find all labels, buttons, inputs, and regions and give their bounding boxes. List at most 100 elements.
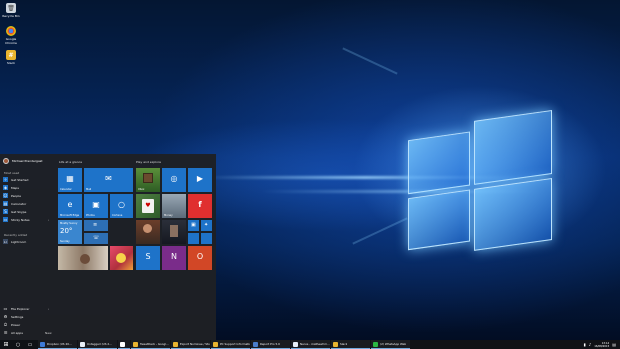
taskbar-app-4[interactable]: Export Nominee / Sto... — [171, 340, 210, 349]
taskbar-app-3[interactable]: TweetDeck - Googl... — [131, 340, 170, 349]
slack-icon — [333, 341, 338, 347]
tile-shazam[interactable]: S — [136, 246, 160, 270]
start-item-calculator[interactable]: ▤ Calculator — [3, 200, 26, 207]
blank-icon — [120, 341, 125, 347]
taskbar-app-2[interactable] — [118, 340, 130, 349]
recycle-bin-icon: 🗑 — [6, 3, 16, 13]
network-icon[interactable]: ▮ — [584, 342, 586, 347]
candy-crush-icon — [116, 253, 126, 263]
start-item-file-explorer[interactable]: ▭ File Explorer › — [3, 305, 50, 312]
windows-icon — [293, 341, 298, 347]
weather-temperature: 20° — [60, 227, 73, 235]
taskbar-app-label: Untagged (US 2... — [87, 342, 112, 346]
dropbox-icon — [40, 341, 45, 347]
taskbar-app-1[interactable]: Untagged (US 2... — [78, 340, 117, 349]
tile-weather[interactable]: Mostly Sunny 20° Sunday — [58, 220, 82, 244]
tile-solitaire[interactable]: ♥ — [136, 194, 160, 218]
notifications-icon[interactable]: ▤ — [612, 342, 616, 347]
tile-news-photo[interactable] — [136, 220, 160, 244]
volume-icon[interactable]: ♪ — [589, 342, 592, 347]
office-icon: O — [196, 251, 204, 261]
search-icon: ○ — [15, 341, 21, 348]
desktop-icon-slack[interactable]: # Slack — [0, 50, 22, 65]
desktop-icon-recycle-bin[interactable]: 🗑 Recycle Bin — [0, 3, 22, 18]
tile-onenote[interactable]: N — [162, 246, 186, 270]
tile-twitter[interactable]: ✦ — [201, 220, 212, 231]
chrome-icon — [133, 341, 138, 347]
start-item-people[interactable]: ☺ People — [3, 192, 21, 199]
tile-office[interactable]: O — [188, 246, 212, 270]
group-title-play: Play and explore — [136, 160, 161, 164]
start-item-settings[interactable]: ⚙ Settings — [3, 313, 24, 320]
user-account[interactable]: Michael Prendergast — [3, 158, 43, 164]
start-item-lightroom[interactable]: Lr Lightroom — [3, 238, 26, 245]
taskbar-app-9[interactable]: (2) WhatsApp Web — [371, 340, 410, 349]
sports-icon — [170, 225, 178, 237]
mail-icon: ✉ — [105, 173, 112, 183]
skype-icon: S — [3, 209, 8, 214]
start-item-all-apps[interactable]: ☰ All apps New — [3, 329, 52, 336]
news-photo-icon — [143, 224, 152, 233]
tile-movies-tv[interactable]: ▶ — [188, 168, 212, 192]
tile-sports[interactable] — [162, 220, 186, 244]
tile-mail[interactable]: ✉ Mail — [84, 168, 133, 192]
slack-icon: # — [6, 50, 16, 60]
tile-money[interactable]: Money — [162, 194, 186, 218]
tile-xbox[interactable]: Xbox — [136, 168, 160, 192]
taskbar-app-5[interactable]: PC Support Informatio... — [211, 340, 250, 349]
news-icon: ≡ — [93, 222, 98, 228]
clock[interactable]: 13:14 16/08/2015 — [594, 342, 609, 348]
tile-flipboard[interactable]: f — [188, 194, 212, 218]
tile-cortana[interactable]: ○ Cortana — [110, 194, 133, 218]
taskbar-app-label: Nerve - mathewhm... — [300, 342, 330, 346]
chrome-icon — [6, 26, 16, 36]
tile-store[interactable]: ▣ — [188, 220, 199, 231]
tile-candy-crush[interactable] — [110, 246, 133, 270]
chevron-right-icon: › — [48, 306, 50, 311]
flipboard-icon: f — [198, 199, 202, 209]
start-item-maps[interactable]: ◈ Maps — [3, 184, 19, 191]
tile-news[interactable]: ≡ — [84, 220, 108, 231]
clock-date: 16/08/2015 — [594, 344, 610, 348]
weather-condition: Mostly Sunny — [60, 222, 78, 225]
light-ray — [342, 47, 398, 75]
photo-collage-icon — [80, 254, 90, 264]
tile-mini-2[interactable] — [201, 233, 212, 244]
start-item-sticky-notes[interactable]: ▭ Sticky Notes › — [3, 216, 49, 223]
app-icon — [253, 341, 258, 347]
tile-photos[interactable]: ▣ Photos — [84, 194, 108, 218]
tile-groove-music[interactable]: ◎ — [162, 168, 186, 192]
windows-icon — [80, 341, 85, 347]
maps-icon: ◈ — [3, 185, 8, 190]
taskbar: ⊞ ○ ▭ Dropbox (US 20... Untagged (US 2...… — [0, 340, 620, 349]
taskbar-app-0[interactable]: Dropbox (US 20... — [38, 340, 77, 349]
start-menu: Michael Prendergast Most used ✧ Get Star… — [0, 154, 216, 340]
search-button[interactable]: ○ — [12, 340, 24, 349]
onenote-icon: N — [171, 251, 177, 261]
task-view-button[interactable]: ▭ — [24, 340, 36, 349]
photos-icon: ▣ — [92, 199, 100, 209]
start-button[interactable]: ⊞ — [0, 340, 12, 349]
phone-icon: ☏ — [93, 235, 100, 241]
tile-photo-collage[interactable] — [58, 246, 108, 270]
tile-calendar[interactable]: ▦ Calendar — [58, 168, 82, 192]
taskbar-app-7[interactable]: Nerve - mathewhm... — [291, 340, 330, 349]
taskbar-apps: Dropbox (US 20... Untagged (US 2... TweetD… — [38, 340, 411, 349]
start-item-get-started[interactable]: ✧ Get Started — [3, 176, 28, 183]
power-icon: ⏻ — [3, 322, 8, 327]
tile-phone[interactable]: ☏ — [84, 233, 108, 244]
tile-microsoft-edge[interactable]: e Microsoft Edge — [58, 194, 82, 218]
store-icon: ▣ — [191, 222, 196, 228]
start-item-get-skype[interactable]: S Get Skype — [3, 208, 26, 215]
avatar — [3, 158, 9, 164]
taskbar-app-6[interactable]: Report Pro 5.0 — [251, 340, 290, 349]
edge-icon: e — [67, 199, 73, 209]
windows-logo — [408, 98, 553, 251]
start-item-power[interactable]: ⏻ Power — [3, 321, 20, 328]
tile-mini-1[interactable] — [188, 233, 199, 244]
taskbar-app-8[interactable]: Slack — [331, 340, 370, 349]
recently-added-label: Recently added — [4, 233, 28, 237]
desktop-icon-chrome[interactable]: Google Chrome — [0, 26, 22, 45]
most-used-label: Most used — [4, 171, 20, 175]
group-title-life: Life at a glance — [59, 160, 83, 164]
